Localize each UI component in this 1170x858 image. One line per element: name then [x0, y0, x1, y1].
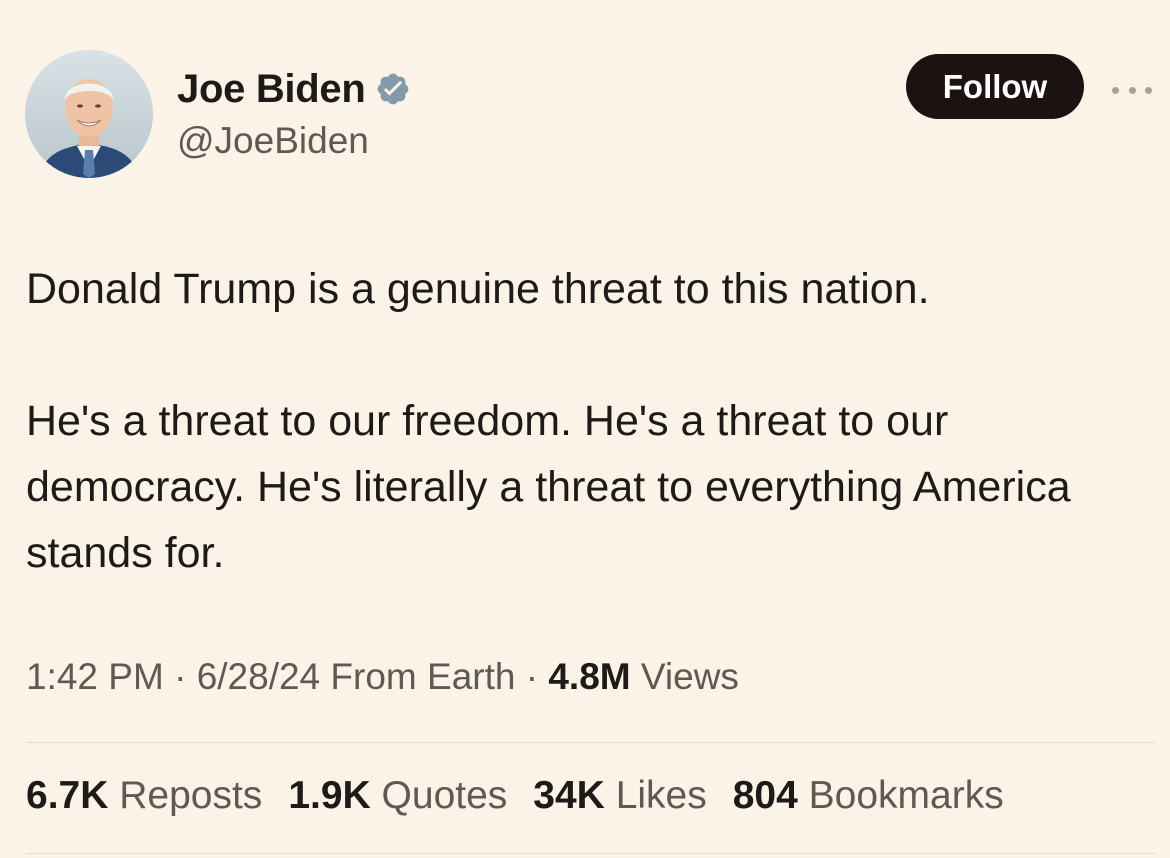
separator: · — [174, 656, 197, 697]
quotes-stat[interactable]: 1.9K Quotes — [288, 774, 507, 818]
tweet-source: From Earth — [330, 656, 516, 697]
separator: · — [525, 656, 549, 697]
views-count: 4.8M — [548, 656, 631, 697]
author-name-row: Joe Biden — [177, 64, 411, 114]
author-handle[interactable]: @JoeBiden — [177, 120, 369, 162]
quotes-count: 1.9K — [288, 774, 371, 817]
tweet-text: Donald Trump is a genuine threat to this… — [26, 256, 1146, 586]
avatar[interactable] — [25, 50, 153, 178]
follow-button[interactable]: Follow — [906, 54, 1084, 119]
tweet-meta: 1:42 PM · 6/28/24 From Earth · 4.8M View… — [26, 656, 739, 698]
verified-badge-icon — [375, 71, 411, 107]
divider — [26, 853, 1156, 854]
likes-count: 34K — [533, 774, 605, 817]
likes-stat[interactable]: 34K Likes — [533, 774, 706, 818]
engagement-stats: 6.7K Reposts 1.9K Quotes 34K Likes 804 B… — [26, 774, 1030, 818]
bookmarks-count: 804 — [732, 774, 798, 817]
reposts-label: Reposts — [119, 774, 263, 817]
tweet-paragraph: Donald Trump is a genuine threat to this… — [26, 265, 930, 313]
tweet-paragraph: He's a threat to our freedom. He's a thr… — [26, 397, 1071, 577]
author-display-name[interactable]: Joe Biden — [177, 67, 366, 112]
reposts-stat[interactable]: 6.7K Reposts — [26, 774, 262, 818]
tweet-card: Joe Biden @JoeBiden Follow Donald Trump … — [0, 0, 1170, 858]
reposts-count: 6.7K — [26, 774, 109, 817]
bookmarks-label: Bookmarks — [808, 774, 1004, 817]
quotes-label: Quotes — [381, 774, 508, 817]
bookmarks-stat[interactable]: 804 Bookmarks — [733, 774, 1004, 818]
dot — [1128, 86, 1136, 94]
dot — [1145, 86, 1152, 94]
divider — [26, 742, 1156, 743]
tweet-time[interactable]: 1:42 PM — [26, 656, 164, 697]
ellipsis-icon[interactable] — [1112, 80, 1152, 100]
views-label: Views — [640, 656, 739, 697]
likes-label: Likes — [615, 774, 707, 817]
tweet-date[interactable]: 6/28/24 — [197, 656, 320, 697]
avatar-photo — [25, 50, 153, 178]
dot — [1112, 86, 1119, 94]
